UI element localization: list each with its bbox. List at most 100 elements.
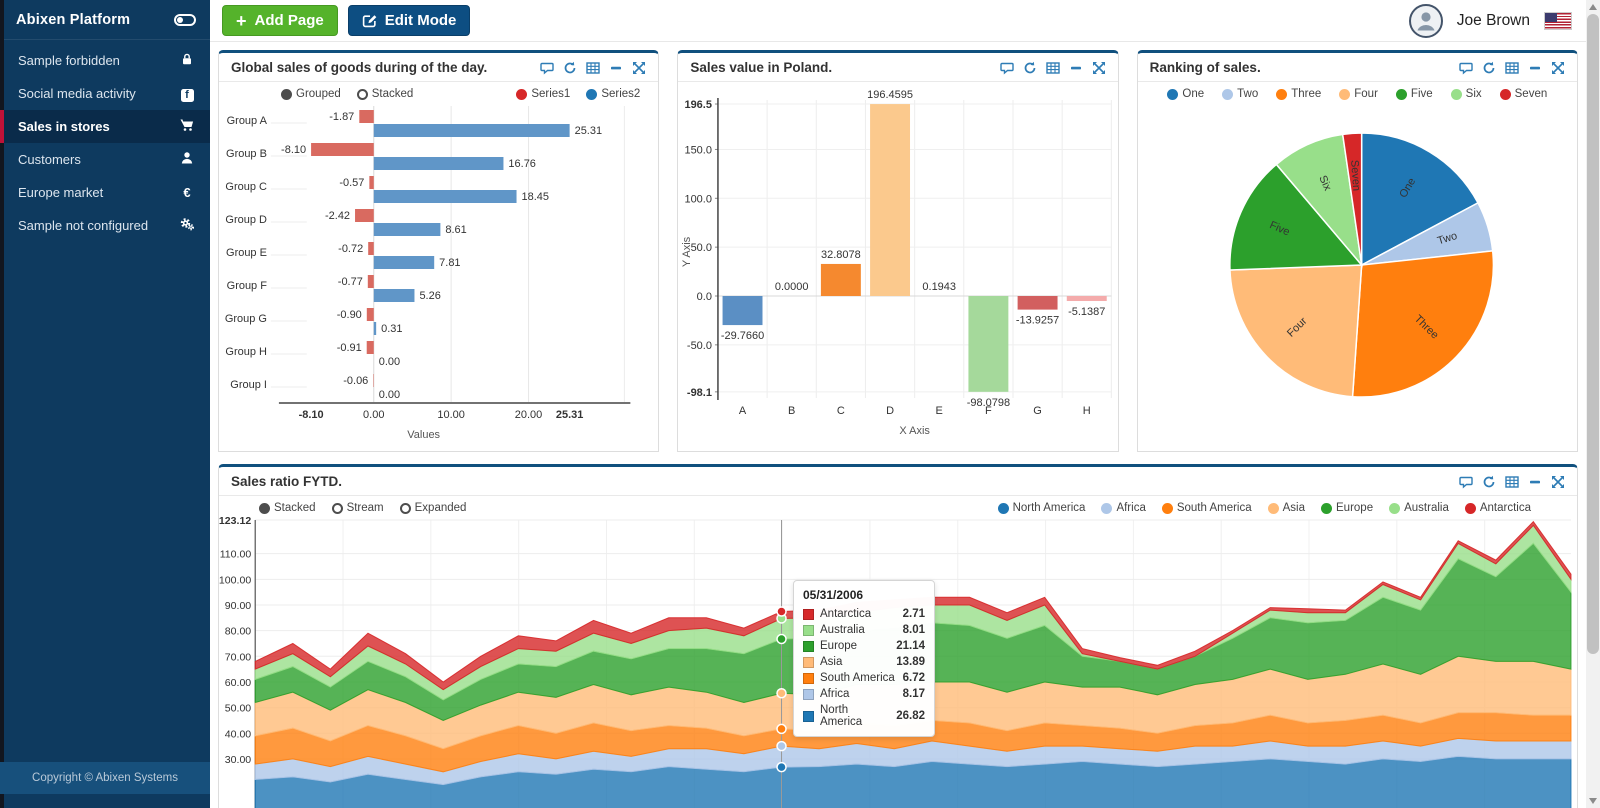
sidebar-item-sample-forbidden[interactable]: Sample forbidden — [4, 44, 210, 77]
svg-text:-13.9257: -13.9257 — [1016, 315, 1059, 327]
expand-icon[interactable] — [1092, 61, 1106, 75]
radio-stream[interactable]: Stream — [332, 502, 384, 514]
legend-item-africa[interactable]: Africa — [1101, 502, 1145, 514]
radio-expanded[interactable]: Expanded — [400, 502, 467, 514]
legend-item-seven[interactable]: Seven — [1500, 88, 1548, 100]
minus-icon[interactable] — [1528, 61, 1542, 75]
page-scrollbar[interactable] — [1586, 0, 1600, 808]
bar-series1-group-f[interactable] — [368, 275, 374, 288]
hover-point-asia — [777, 689, 786, 698]
legend-item-series1[interactable]: Series1 — [516, 88, 570, 100]
sidebar-toggle-icon[interactable] — [174, 14, 196, 26]
legend-item-australia[interactable]: Australia — [1389, 502, 1449, 514]
radio-grouped[interactable]: Grouped — [281, 88, 341, 100]
svg-text:H: H — [1083, 405, 1091, 417]
bar-series2-group-d[interactable] — [374, 223, 441, 236]
legend-item-five[interactable]: Five — [1396, 88, 1433, 100]
table-icon[interactable] — [586, 61, 600, 75]
bar-f[interactable] — [969, 296, 1009, 392]
legend-item-antarctica[interactable]: Antarctica — [1465, 502, 1531, 514]
svg-text:8.61: 8.61 — [445, 224, 466, 236]
bar-series1-group-b[interactable] — [311, 143, 374, 156]
bar-a[interactable] — [723, 296, 763, 325]
bar-series1-group-e[interactable] — [368, 242, 374, 255]
svg-text:X Axis: X Axis — [900, 425, 931, 437]
refresh-icon[interactable] — [1023, 61, 1037, 75]
bar-d[interactable] — [870, 104, 910, 296]
svg-text:Group F: Group F — [227, 280, 268, 292]
panel-action-icons — [540, 61, 646, 75]
add-page-button[interactable]: + Add Page — [222, 5, 338, 36]
sidebar: Abixen Platform Sample forbiddenSocial m… — [0, 0, 210, 808]
comment-icon[interactable] — [1000, 61, 1014, 75]
refresh-icon[interactable] — [1482, 61, 1496, 75]
sidebar-item-europe-market[interactable]: Europe market€ — [4, 176, 210, 209]
bar-series1-group-c[interactable] — [369, 176, 373, 189]
svg-text:-8.10: -8.10 — [299, 409, 324, 421]
scroll-down-arrow[interactable] — [1589, 798, 1597, 804]
pencil-square-icon — [362, 13, 377, 28]
lock-icon — [178, 52, 196, 69]
table-icon[interactable] — [1505, 475, 1519, 489]
legend-item-asia[interactable]: Asia — [1268, 502, 1305, 514]
sidebar-item-sample-not-configured[interactable]: Sample not configured — [4, 209, 210, 242]
svg-text:-29.7660: -29.7660 — [721, 330, 764, 342]
legend-item-three[interactable]: Three — [1276, 88, 1321, 100]
sidebar-item-customers[interactable]: Customers — [4, 143, 210, 176]
svg-text:70.00: 70.00 — [225, 651, 252, 663]
expand-icon[interactable] — [1551, 61, 1565, 75]
svg-text:50.00: 50.00 — [225, 703, 252, 715]
radio-stacked[interactable]: Stacked — [357, 88, 414, 100]
minus-icon[interactable] — [1528, 475, 1542, 489]
refresh-icon[interactable] — [563, 61, 577, 75]
bar-series2-group-c[interactable] — [374, 190, 517, 203]
legend-item-south-america[interactable]: South America — [1162, 502, 1252, 514]
bar-series2-group-a[interactable] — [374, 124, 570, 137]
edit-mode-label: Edit Mode — [385, 12, 457, 29]
table-icon[interactable] — [1046, 61, 1060, 75]
svg-text:0.0: 0.0 — [697, 291, 712, 303]
abixen-dashboard: Abixen Platform Sample forbiddenSocial m… — [0, 0, 1600, 808]
bar-series1-group-g[interactable] — [367, 308, 374, 321]
bar-series1-group-d[interactable] — [355, 209, 374, 222]
minus-icon[interactable] — [609, 61, 623, 75]
bar-g[interactable] — [1018, 296, 1058, 310]
tooltip-row-south-america: South America6.72 — [803, 672, 925, 684]
legend-item-four[interactable]: Four — [1339, 88, 1378, 100]
main-content: Global sales of goods during of the day.… — [210, 42, 1586, 808]
avatar[interactable] — [1409, 4, 1443, 38]
bar-series1-group-a[interactable] — [359, 110, 373, 123]
comment-icon[interactable] — [1459, 61, 1473, 75]
legend-item-six[interactable]: Six — [1451, 88, 1482, 100]
bar-series1-group-h[interactable] — [367, 341, 374, 354]
bar-series2-group-g[interactable] — [374, 322, 376, 335]
bar-series2-group-b[interactable] — [374, 157, 504, 170]
comment-icon[interactable] — [540, 61, 554, 75]
us-flag-icon[interactable] — [1544, 12, 1572, 30]
expand-icon[interactable] — [632, 61, 646, 75]
bar-series2-group-e[interactable] — [374, 256, 434, 269]
legend-item-europe[interactable]: Europe — [1321, 502, 1373, 514]
svg-text:Seven: Seven — [1348, 160, 1362, 192]
expand-icon[interactable] — [1551, 475, 1565, 489]
bar-series2-group-f[interactable] — [374, 289, 415, 302]
tooltip-row-europe: Europe21.14 — [803, 640, 925, 652]
refresh-icon[interactable] — [1482, 475, 1496, 489]
legend-item-two[interactable]: Two — [1222, 88, 1258, 100]
scroll-thumb[interactable] — [1587, 14, 1599, 654]
bar-h[interactable] — [1067, 296, 1107, 301]
bar-c[interactable] — [821, 264, 861, 296]
legend-item-north-america[interactable]: North America — [998, 502, 1086, 514]
edit-mode-button[interactable]: Edit Mode — [348, 5, 471, 36]
scroll-up-arrow[interactable] — [1589, 4, 1597, 10]
table-icon[interactable] — [1505, 61, 1519, 75]
radio-stacked[interactable]: Stacked — [259, 502, 316, 514]
sidebar-item-sales-in-stores[interactable]: Sales in stores — [0, 110, 210, 143]
svg-text:100.0: 100.0 — [685, 193, 712, 205]
comment-icon[interactable] — [1459, 475, 1473, 489]
sidebar-item-social-media-activity[interactable]: Social media activityf — [4, 77, 210, 110]
tooltip-date: 05/31/2006 — [803, 588, 925, 602]
legend-item-one[interactable]: One — [1167, 88, 1204, 100]
minus-icon[interactable] — [1069, 61, 1083, 75]
legend-item-series2[interactable]: Series2 — [586, 88, 640, 100]
